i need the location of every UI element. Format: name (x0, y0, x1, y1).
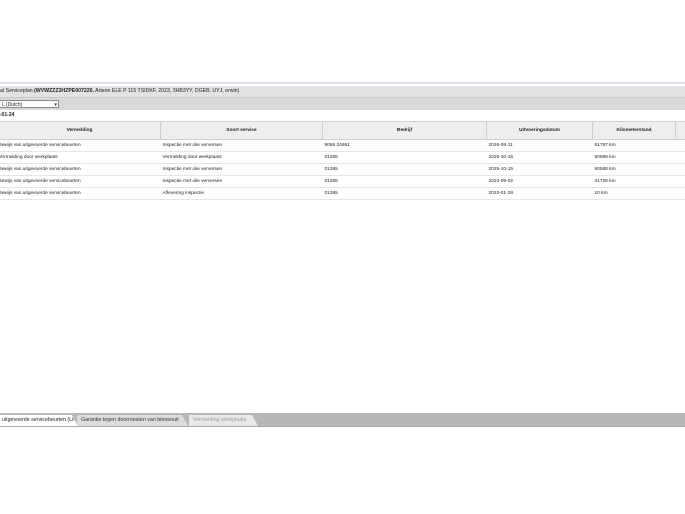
cell-soort-service: Inspectie met olie verversen (160, 175, 323, 188)
table-row[interactable]: Bewijs van uitgevoerde servicebeurten In… (0, 175, 685, 188)
column-header-vermelding[interactable]: Vermelding (0, 121, 161, 140)
cell-filler (675, 163, 685, 176)
table-row[interactable]: Bewijs van uitgevoerde servicebeurten Af… (0, 187, 685, 200)
cell-vermelding: Bewijs van uitgevoerde servicebeurten (0, 175, 161, 188)
cell-filler (675, 175, 685, 188)
cell-uitvoeringsdatum: 2025-10-15 (486, 163, 593, 176)
cell-vermelding: Vermelding door werkplaats (0, 151, 161, 164)
cell-uitvoeringsdatum: 2025-10-15 (486, 151, 593, 164)
cell-soort-service: Inspectie met olie verversen (160, 163, 323, 176)
title-vin: (WVWZZZ3HZPE007220, (34, 88, 94, 94)
language-bar (0, 98, 685, 110)
cell-bedrijf: 01265 (322, 175, 487, 188)
cell-vermelding: Bewijs van uitgevoerde servicebeurten (0, 139, 161, 152)
cell-filler (675, 139, 685, 152)
tab-uitgevoerde-servicebeurten[interactable]: uitgevoerde servicebeurten (LH) (0, 415, 78, 426)
title-vehicle-info: Arteon ELE P 115 TSIDKF, 2023, 3HB3YY, D… (94, 88, 240, 94)
cell-kilometerstand: 31728 km (592, 175, 676, 188)
bottom-tab-strip: uitgevoerde servicebeurten (LH) Garantie… (0, 413, 685, 427)
tab-vermelding-werkplaats[interactable]: Vermelding werkplaats (189, 415, 258, 426)
cell-soort-service: Aflevering inspectie (160, 187, 323, 200)
cell-bedrijf: 01265 (322, 151, 487, 164)
cell-vermelding: Bewijs van uitgevoerde servicebeurten (0, 187, 161, 200)
cell-vermelding: Bewijs van uitgevoerde servicebeurten (0, 163, 161, 176)
cell-filler (675, 151, 685, 164)
date-caption: -01-24 (0, 112, 15, 118)
top-separator (0, 82, 685, 84)
window-title-bar: al Serviceplan (WVWZZZ3HZPE007220, Arteo… (0, 86, 685, 98)
cell-filler (675, 187, 685, 200)
cell-bedrijf: 01265 (322, 163, 487, 176)
cell-bedrijf: 9055 24661 (322, 139, 487, 152)
column-header-bedrijf[interactable]: Bedrijf (322, 121, 487, 140)
table-row[interactable]: Vermelding door werkplaats Vermelding do… (0, 151, 685, 164)
cell-soort-service: Inspectie met olie verversen (160, 139, 323, 152)
table-row[interactable]: Bewijs van uitgevoerde servicebeurten In… (0, 139, 685, 152)
column-header-soort-service[interactable]: Soort service (160, 121, 323, 140)
cell-soort-service: Vermelding door werkplaats (160, 151, 323, 164)
cell-kilometerstand: 61797 km (592, 139, 676, 152)
cell-kilometerstand: 50588 km (592, 151, 676, 164)
language-select-value: L (Dutch) (2, 102, 23, 108)
chevron-down-icon: ▾ (54, 102, 57, 108)
column-header-uitvoeringsdatum[interactable]: Uitvoeringsdatum (486, 121, 593, 140)
column-header-filler (675, 121, 685, 140)
cell-kilometerstand: 10 km (592, 187, 676, 200)
title-prefix: al Serviceplan (0, 88, 35, 94)
cell-bedrijf: 01265 (322, 187, 487, 200)
service-history-table: Vermelding Soort service Bedrijf Uitvoer… (0, 121, 685, 200)
cell-uitvoeringsdatum: 2026-08-11 (486, 139, 593, 152)
cell-kilometerstand: 50588 km (592, 163, 676, 176)
tab-garantie-doorroesten[interactable]: Garantie tegen doorroesten van binnenuit (77, 415, 188, 426)
column-header-kilometerstand[interactable]: Kilometerstand (592, 121, 676, 140)
table-header-row: Vermelding Soort service Bedrijf Uitvoer… (0, 121, 685, 140)
language-select[interactable]: L (Dutch) ▾ (0, 100, 59, 108)
cell-uitvoeringsdatum: 2023-01-28 (486, 187, 593, 200)
cell-uitvoeringsdatum: 2024-09-02 (486, 175, 593, 188)
table-row[interactable]: Bewijs van uitgevoerde servicebeurten In… (0, 163, 685, 176)
